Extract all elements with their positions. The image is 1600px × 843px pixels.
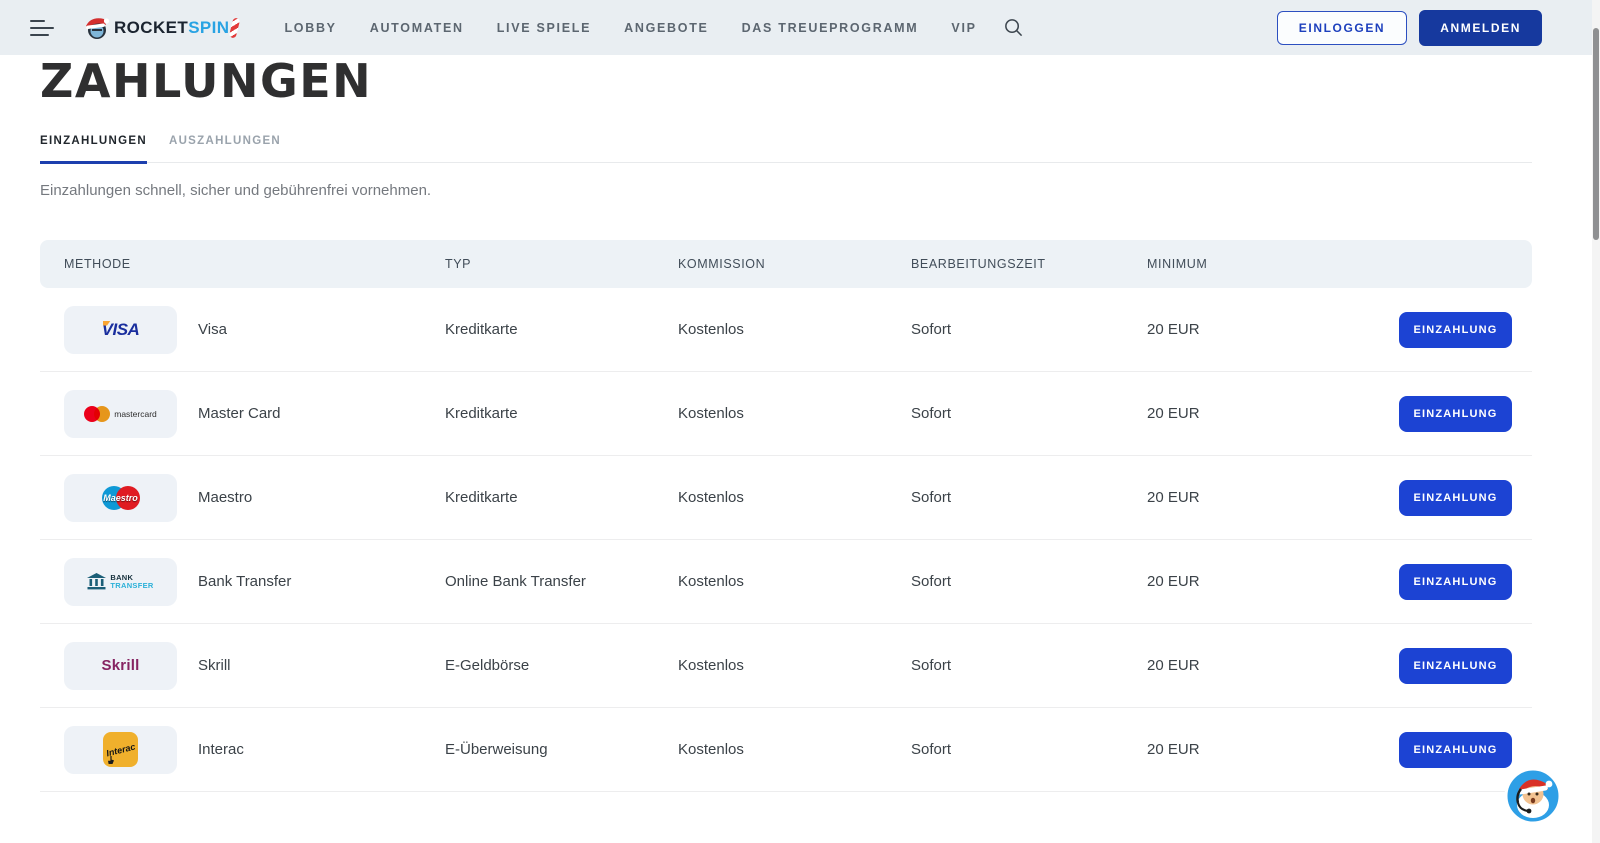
- logo-wordmark: ROCKETSPIN: [114, 18, 229, 38]
- interac-logo-icon: Interac: [103, 732, 138, 767]
- main-nav: LOBBY AUTOMATEN LIVE SPIELE ANGEBOTE DAS TRE…: [284, 21, 976, 35]
- payment-name: Interac: [198, 741, 445, 758]
- column-header-typ: TYP: [445, 257, 678, 271]
- nav-item-das-treueprogramm[interactable]: DAS TREUEPROGRAMM: [742, 21, 919, 35]
- payment-type: Kreditkarte: [445, 405, 678, 422]
- scrollbar-thumb[interactable]: [1593, 28, 1599, 240]
- deposit-button[interactable]: EINZAHLUNG: [1399, 732, 1512, 768]
- payment-logo-box: VISA: [64, 306, 177, 354]
- payment-name: Bank Transfer: [198, 573, 445, 590]
- payment-processing-time: Sofort: [911, 741, 1147, 758]
- page-title: ZAHLUNGEN: [40, 58, 1532, 104]
- signup-button[interactable]: ANMELDEN: [1419, 10, 1542, 46]
- scrollbar-track[interactable]: [1592, 0, 1600, 843]
- nav-item-live-spiele[interactable]: LIVE SPIELE: [497, 21, 591, 35]
- payment-minimum: 20 EUR: [1147, 405, 1399, 422]
- nav-item-lobby[interactable]: LOBBY: [284, 21, 336, 35]
- payment-methods-table: METHODE TYP KOMMISSION BEARBEITUNGSZEIT …: [40, 240, 1532, 792]
- payment-type: Online Bank Transfer: [445, 573, 678, 590]
- column-header-minimum: MINIMUM: [1147, 257, 1399, 271]
- skrill-logo-icon: Skrill: [102, 657, 140, 674]
- payment-type: E-Geldbörse: [445, 657, 678, 674]
- payment-commission: Kostenlos: [678, 405, 911, 422]
- table-row: mastercard Master Card Kreditkarte Koste…: [40, 372, 1532, 456]
- payment-name: Skrill: [198, 657, 445, 674]
- maestro-logo-icon: Maestro: [99, 486, 143, 510]
- payments-page: ZAHLUNGEN EINZAHLUNGEN AUSZAHLUNGEN Einz…: [0, 55, 1600, 843]
- top-navigation-bar: ROCKETSPIN LOBBY AUTOMATEN LIVE SPIELE ANGE…: [0, 0, 1600, 55]
- visa-logo-icon: VISA: [102, 320, 140, 340]
- hamburger-menu-icon[interactable]: [30, 20, 54, 36]
- login-button[interactable]: EINLOGGEN: [1277, 11, 1407, 45]
- payment-type: E-Überweisung: [445, 741, 678, 758]
- deposit-button[interactable]: EINZAHLUNG: [1399, 480, 1512, 516]
- payment-commission: Kostenlos: [678, 489, 911, 506]
- deposit-button[interactable]: EINZAHLUNG: [1399, 312, 1512, 348]
- column-header-methode: METHODE: [64, 257, 445, 271]
- payment-commission: Kostenlos: [678, 657, 911, 674]
- deposit-button[interactable]: EINZAHLUNG: [1399, 396, 1512, 432]
- table-row: VISA Visa Kreditkarte Kostenlos Sofort 2…: [40, 288, 1532, 372]
- nav-item-automaten[interactable]: AUTOMATEN: [370, 21, 464, 35]
- tab-auszahlungen[interactable]: AUSZAHLUNGEN: [169, 135, 281, 162]
- payment-type: Kreditkarte: [445, 321, 678, 338]
- payment-commission: Kostenlos: [678, 741, 911, 758]
- mastercard-logo-icon: mastercard: [84, 406, 157, 422]
- nav-item-vip[interactable]: VIP: [951, 21, 976, 35]
- table-row: Maestro Maestro Kreditkarte Kostenlos So…: [40, 456, 1532, 540]
- search-icon[interactable]: [1003, 17, 1024, 38]
- deposit-button[interactable]: EINZAHLUNG: [1399, 564, 1512, 600]
- payment-name: Maestro: [198, 489, 445, 506]
- payment-processing-time: Sofort: [911, 321, 1147, 338]
- payment-minimum: 20 EUR: [1147, 657, 1399, 674]
- payment-commission: Kostenlos: [678, 321, 911, 338]
- bank-transfer-logo-icon: BANKTRANSFER: [87, 573, 153, 590]
- payment-minimum: 20 EUR: [1147, 489, 1399, 506]
- column-header-bearbeitungszeit: BEARBEITUNGSZEIT: [911, 257, 1147, 271]
- payment-processing-time: Sofort: [911, 405, 1147, 422]
- support-santa-mascot-icon[interactable]: [1504, 767, 1562, 825]
- payment-minimum: 20 EUR: [1147, 741, 1399, 758]
- payment-minimum: 20 EUR: [1147, 321, 1399, 338]
- deposit-button[interactable]: EINZAHLUNG: [1399, 648, 1512, 684]
- payment-name: Master Card: [198, 405, 445, 422]
- payment-type: Kreditkarte: [445, 489, 678, 506]
- table-row: Interac Interac E-Überweisung Kostenlos …: [40, 708, 1532, 792]
- table-row: Skrill Skrill E-Geldbörse Kostenlos Sofo…: [40, 624, 1532, 708]
- santa-logo-icon: [82, 13, 112, 43]
- tab-einzahlungen[interactable]: EINZAHLUNGEN: [40, 135, 147, 162]
- payment-logo-box: BANKTRANSFER: [64, 558, 177, 606]
- payment-name: Visa: [198, 321, 445, 338]
- table-row: BANKTRANSFER Bank Transfer Online Bank T…: [40, 540, 1532, 624]
- payment-commission: Kostenlos: [678, 573, 911, 590]
- payment-logo-box: mastercard: [64, 390, 177, 438]
- table-header-row: METHODE TYP KOMMISSION BEARBEITUNGSZEIT …: [40, 240, 1532, 288]
- payment-logo-box: Maestro: [64, 474, 177, 522]
- payment-processing-time: Sofort: [911, 657, 1147, 674]
- payment-processing-time: Sofort: [911, 489, 1147, 506]
- payment-processing-time: Sofort: [911, 573, 1147, 590]
- payments-tabs: EINZAHLUNGEN AUSZAHLUNGEN: [40, 135, 1532, 163]
- payment-minimum: 20 EUR: [1147, 573, 1399, 590]
- candy-cane-icon: [229, 17, 241, 38]
- nav-item-angebote[interactable]: ANGEBOTE: [624, 21, 708, 35]
- column-header-kommission: KOMMISSION: [678, 257, 911, 271]
- payment-logo-box: Interac: [64, 726, 177, 774]
- page-subtitle: Einzahlungen schnell, sicher und gebühre…: [40, 182, 1532, 199]
- rocketspin-logo[interactable]: ROCKETSPIN: [82, 13, 238, 43]
- payment-logo-box: Skrill: [64, 642, 177, 690]
